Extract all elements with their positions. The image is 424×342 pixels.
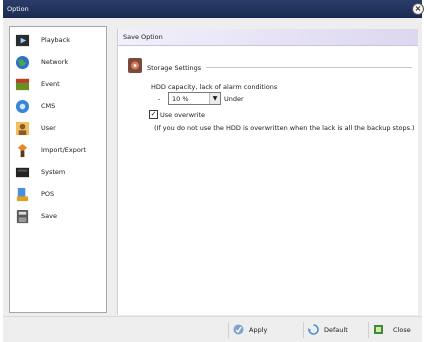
content-header: Save Option <box>118 29 418 46</box>
event-icon <box>15 78 30 91</box>
sidebar-item-user[interactable]: User <box>13 120 103 138</box>
dash-label: - <box>158 95 161 103</box>
storage-icon <box>128 58 142 73</box>
network-globe-icon <box>15 55 30 70</box>
default-label: Default <box>324 326 348 334</box>
sidebar-item-playback[interactable]: Playback <box>13 32 103 50</box>
apply-icon <box>233 324 244 335</box>
section-title: Storage Settings <box>147 64 202 72</box>
content-panel: Save Option Storage Settings HDD capacit… <box>117 29 418 315</box>
sidebar-item-label: Save <box>41 212 57 220</box>
apply-button[interactable]: Apply <box>228 322 271 338</box>
sidebar-item-label: Network <box>41 58 69 66</box>
chevron-down-icon[interactable]: ▼ <box>209 93 220 104</box>
import-export-icon <box>17 143 28 158</box>
sidebar-item-network[interactable]: Network <box>13 54 103 72</box>
sidebar-item-cms[interactable]: CMS <box>13 98 103 116</box>
footer-bar: Apply Default Close <box>3 316 422 342</box>
window-title: Option <box>7 5 29 13</box>
window-close-icon[interactable]: × <box>412 3 424 15</box>
sidebar-item-save[interactable]: Save <box>13 208 103 226</box>
sidebar-item-pos[interactable]: POS <box>13 186 103 204</box>
cms-icon <box>15 99 30 114</box>
use-overwrite-label: Use overwrite <box>160 111 206 119</box>
hdd-capacity-label: HDD capacity, lack of alarm conditions <box>151 83 278 91</box>
default-icon <box>308 324 319 335</box>
apply-label: Apply <box>249 326 268 334</box>
close-button[interactable]: Close <box>368 322 417 338</box>
overwrite-note: (If you do not use the HDD is overwritte… <box>154 124 415 132</box>
save-icon <box>16 209 29 224</box>
sidebar-item-label: CMS <box>41 102 56 110</box>
percent-select-value: 10 % <box>172 95 189 103</box>
playback-icon <box>15 34 30 47</box>
sidebar-item-label: Playback <box>41 36 71 44</box>
system-icon <box>15 167 30 178</box>
user-icon <box>15 121 30 136</box>
sidebar-item-label: User <box>41 124 56 132</box>
section-divider <box>206 67 412 68</box>
sidebar: Playback Network Event CMS User Import/E… <box>9 26 107 313</box>
pos-icon <box>16 187 29 202</box>
sidebar-item-import-export[interactable]: Import/Export <box>13 142 103 160</box>
sidebar-item-label: Event <box>41 80 60 88</box>
close-icon <box>374 325 383 334</box>
sidebar-item-label: POS <box>41 190 55 198</box>
under-label: Under <box>224 95 244 103</box>
close-label: Close <box>393 326 411 334</box>
sidebar-item-system[interactable]: System <box>13 164 103 182</box>
use-overwrite-checkbox[interactable]: ✓ <box>149 110 158 119</box>
default-button[interactable]: Default <box>303 322 352 338</box>
sidebar-item-label: Import/Export <box>41 146 87 154</box>
sidebar-item-event[interactable]: Event <box>13 76 103 94</box>
option-window: Option × Playback Network Event CMS User… <box>3 0 424 342</box>
title-bar: Option × <box>3 0 424 18</box>
sidebar-item-label: System <box>41 168 66 176</box>
page-title: Save Option <box>123 33 163 41</box>
percent-select[interactable]: 10 % ▼ <box>168 92 221 105</box>
